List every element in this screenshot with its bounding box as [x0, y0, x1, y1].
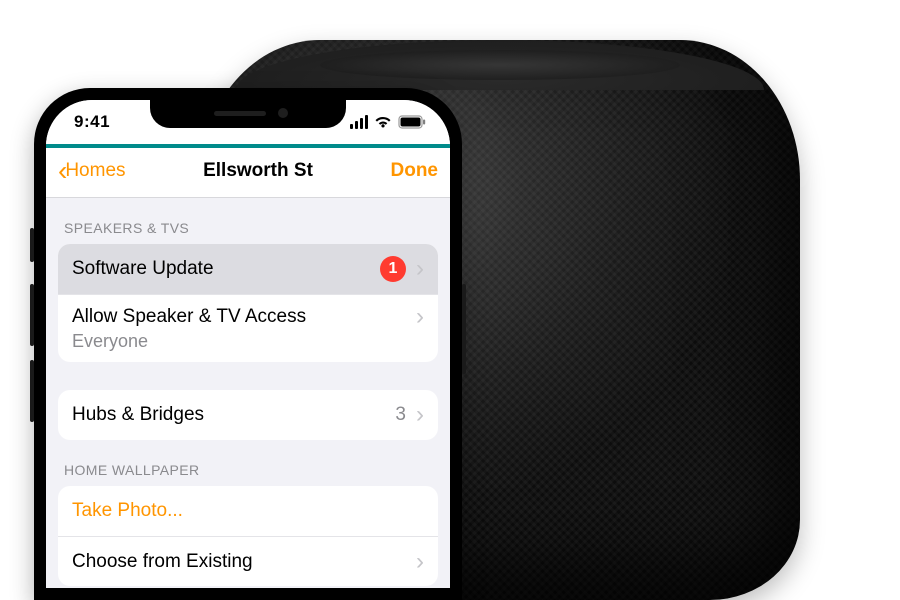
row-take-photo[interactable]: Take Photo... — [58, 486, 438, 536]
phone-side-button — [462, 284, 466, 374]
update-badge: 1 — [380, 256, 406, 282]
phone-side-button — [30, 284, 34, 346]
row-subvalue: Everyone — [72, 331, 148, 352]
phone-screen: 9:41 ‹ Homes Ellsworth St Done SPEAKERS … — [46, 100, 450, 588]
status-time: 9:41 — [74, 112, 110, 132]
row-label: Software Update — [72, 258, 380, 280]
phone-side-button — [30, 360, 34, 422]
group-hubs: Hubs & Bridges 3 › — [58, 390, 438, 440]
chevron-right-icon: › — [416, 305, 424, 329]
status-icons — [350, 115, 426, 129]
row-label: Choose from Existing — [72, 551, 416, 573]
page-title: Ellsworth St — [203, 160, 313, 182]
row-hubs-bridges[interactable]: Hubs & Bridges 3 › — [58, 390, 438, 440]
back-button[interactable]: ‹ Homes — [58, 157, 126, 185]
chevron-right-icon: › — [416, 403, 424, 427]
row-label: Hubs & Bridges — [72, 404, 395, 426]
group-wallpaper: Take Photo... Choose from Existing › — [58, 486, 438, 586]
nav-bar: ‹ Homes Ellsworth St Done — [46, 148, 450, 198]
row-label: Take Photo... — [72, 500, 424, 522]
back-label: Homes — [65, 160, 125, 182]
wifi-icon — [374, 115, 392, 129]
phone-notch — [150, 100, 346, 128]
chevron-right-icon: › — [416, 257, 424, 281]
row-software-update[interactable]: Software Update 1 › — [58, 244, 438, 294]
cellular-icon — [350, 115, 368, 129]
section-header-speakers: SPEAKERS & TVS — [46, 198, 450, 244]
group-speakers: Software Update 1 › Allow Speaker & TV A… — [58, 244, 438, 362]
settings-content: SPEAKERS & TVS Software Update 1 › Allow… — [46, 198, 450, 586]
row-count: 3 — [395, 404, 406, 426]
row-speaker-access[interactable]: Allow Speaker & TV Access › Everyone — [58, 294, 438, 362]
row-label: Allow Speaker & TV Access — [72, 306, 416, 328]
phone-side-button — [30, 228, 34, 262]
battery-icon — [398, 115, 426, 129]
phone-frame: 9:41 ‹ Homes Ellsworth St Done SPEAKERS … — [34, 88, 462, 600]
done-button[interactable]: Done — [391, 160, 439, 182]
chevron-right-icon: › — [416, 550, 424, 574]
row-choose-existing[interactable]: Choose from Existing › — [58, 536, 438, 586]
section-header-wallpaper: HOME WALLPAPER — [46, 440, 450, 486]
